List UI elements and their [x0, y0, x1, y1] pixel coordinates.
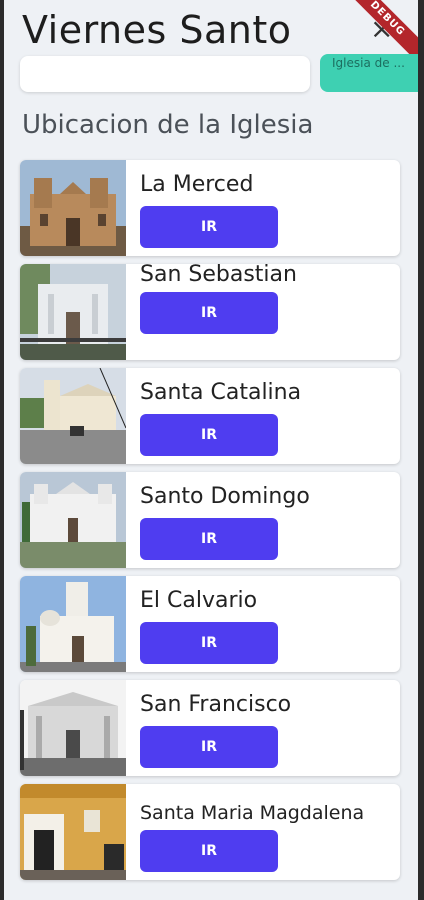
church-photo-icon	[20, 368, 126, 464]
church-photo-icon	[20, 160, 126, 256]
list-item: San Sebastian IR	[20, 264, 400, 360]
ir-button[interactable]: IR	[140, 726, 278, 768]
church-name: Santo Domingo	[140, 484, 310, 509]
list-item: El Calvario IR	[20, 576, 400, 672]
app-screen: Viernes Santo × DEBUG Iglesia de ... Ubi…	[4, 0, 418, 900]
list-item: Santa Maria Magdalena IR	[20, 784, 400, 880]
ir-button[interactable]: IR	[140, 292, 278, 334]
church-list: La Merced IR San Sebastian IR Santa Cata…	[20, 160, 402, 888]
ir-button[interactable]: IR	[140, 830, 278, 872]
church-photo-icon	[20, 472, 126, 568]
ir-button[interactable]: IR	[140, 622, 278, 664]
page-title: Viernes Santo	[22, 8, 292, 52]
list-item: La Merced IR	[20, 160, 400, 256]
church-name: San Francisco	[140, 692, 292, 717]
ir-button[interactable]: IR	[140, 206, 278, 248]
church-name: Santa Maria Magdalena	[140, 802, 365, 824]
list-item: Santa Catalina IR	[20, 368, 400, 464]
church-name: La Merced	[140, 172, 254, 197]
list-item: Santo Domingo IR	[20, 472, 400, 568]
church-photo-icon	[20, 680, 126, 776]
church-photo-icon	[20, 784, 126, 880]
church-name: Santa Catalina	[140, 380, 302, 405]
search-card[interactable]	[20, 56, 310, 92]
church-photo-icon	[20, 264, 126, 360]
teal-card-label: Iglesia de ...	[332, 56, 405, 70]
section-title: Ubicacion de la Iglesia	[22, 110, 314, 140]
ir-button[interactable]: IR	[140, 518, 278, 560]
church-name: El Calvario	[140, 588, 258, 613]
ir-button[interactable]: IR	[140, 414, 278, 456]
church-name: San Sebastian	[140, 264, 297, 287]
church-photo-icon	[20, 576, 126, 672]
teal-category-card[interactable]: Iglesia de ...	[320, 54, 418, 92]
list-item: San Francisco IR	[20, 680, 400, 776]
